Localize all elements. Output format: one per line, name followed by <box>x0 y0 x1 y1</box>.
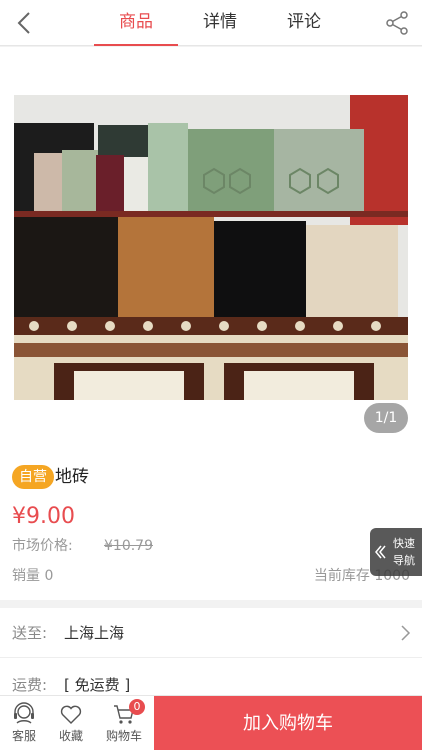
quick-nav-button[interactable]: 快速导航 <box>370 528 422 576</box>
add-to-cart-button[interactable]: 加入购物车 <box>154 696 422 750</box>
shipping-fee-label: 运费: <box>12 676 48 694</box>
deliver-to-value: 上海上海 <box>64 624 125 642</box>
tab-goods[interactable]: 商品 <box>94 0 178 46</box>
back-chevron-icon[interactable] <box>10 8 40 38</box>
tab-details[interactable]: 详情 <box>178 0 262 46</box>
favorite-label: 收藏 <box>58 729 83 743</box>
product-title: 地砖 <box>55 467 89 487</box>
tab-bar: 商品 详情 评论 <box>94 0 346 46</box>
bottom-action-bar: 客服 收藏 0 购物车 加入购物车 <box>0 695 422 750</box>
top-nav-bar: 商品 详情 评论 <box>0 0 422 46</box>
cart-button[interactable]: 0 购物车 <box>101 696 147 750</box>
share-icon[interactable] <box>382 8 412 38</box>
chevron-right-icon <box>401 625 411 641</box>
product-photo[interactable] <box>14 95 408 400</box>
self-operated-badge: 自营 <box>12 465 54 489</box>
market-price-value: ¥10.79 <box>104 538 153 554</box>
product-gallery[interactable]: 1/1 <box>0 47 422 452</box>
quick-nav-label: 快速导航 <box>393 537 415 567</box>
cart-count-badge: 0 <box>129 699 145 715</box>
customer-service-label: 客服 <box>11 729 36 743</box>
heart-icon <box>60 705 82 724</box>
market-price-label: 市场价格: <box>12 538 73 554</box>
customer-service-button[interactable]: 客服 <box>1 696 47 750</box>
shipping-fee-value: [ 免运费 ] <box>64 676 131 694</box>
double-chevron-left-icon <box>375 545 386 559</box>
cart-label: 购物车 <box>105 729 142 743</box>
tab-reviews[interactable]: 评论 <box>262 0 346 46</box>
deliver-to-label: 送至: <box>12 624 48 642</box>
favorite-button[interactable]: 收藏 <box>48 696 94 750</box>
deliver-to-row[interactable]: 送至: 上海上海 <box>0 608 422 658</box>
sales-count: 销量 0 <box>12 568 54 584</box>
product-price: ¥9.00 <box>12 504 75 529</box>
image-counter: 1/1 <box>364 403 408 433</box>
product-info: 自营 地砖 ¥9.00 市场价格: ¥10.79 销量 0 当前库存 1000 <box>0 452 422 600</box>
headset-icon <box>14 702 34 724</box>
tile-samples-image <box>14 95 408 400</box>
